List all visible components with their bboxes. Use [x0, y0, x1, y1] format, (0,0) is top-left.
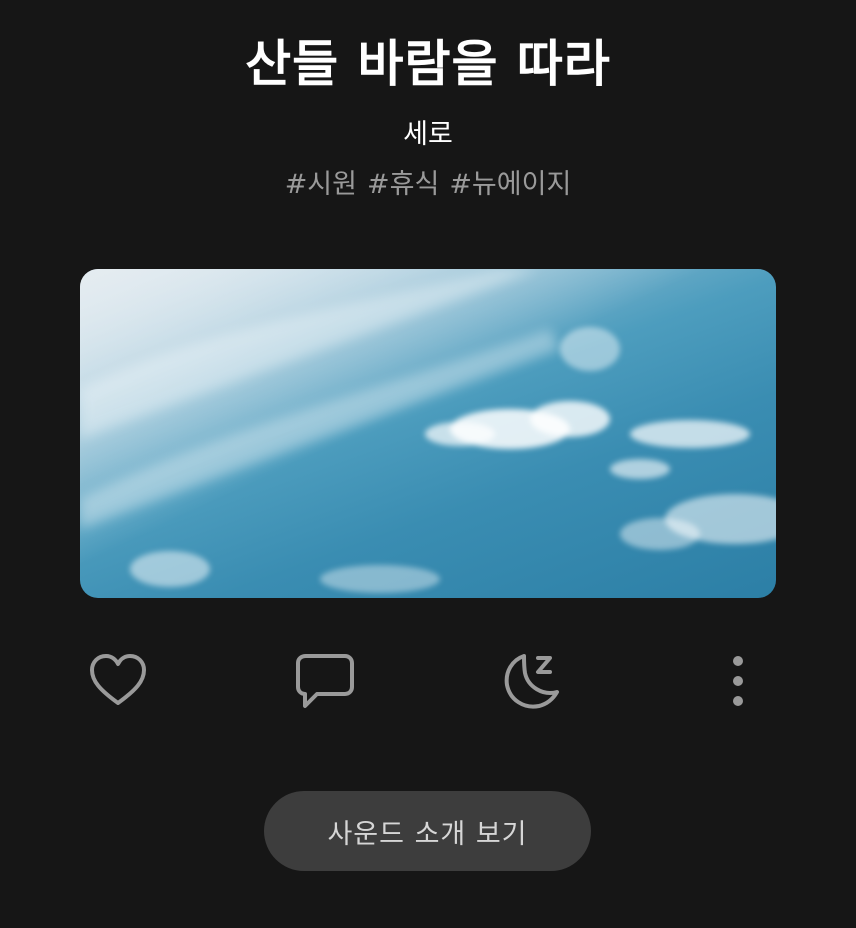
moon-z-icon: [504, 654, 559, 709]
heart-icon: [90, 654, 146, 705]
comment-button[interactable]: [290, 646, 360, 716]
tag[interactable]: #시원: [285, 169, 357, 200]
track-title: 산들 바람을 따라: [245, 35, 611, 93]
more-vertical-icon: [733, 656, 743, 706]
sky-clouds-image: [80, 269, 776, 598]
tag[interactable]: #뉴에이지: [449, 169, 571, 200]
more-button[interactable]: [703, 646, 773, 716]
sleep-timer-button[interactable]: [496, 646, 566, 716]
track-artwork: [80, 269, 776, 598]
tag[interactable]: #휴식: [367, 169, 439, 200]
like-button[interactable]: [83, 646, 153, 716]
track-artist[interactable]: 세로: [0, 117, 856, 153]
sound-intro-button[interactable]: 사운드 소개 보기: [264, 791, 591, 871]
speech-bubble-icon: [296, 654, 354, 708]
action-bar: [0, 646, 856, 716]
track-tags: #시원 #휴식 #뉴에이지: [0, 166, 856, 204]
